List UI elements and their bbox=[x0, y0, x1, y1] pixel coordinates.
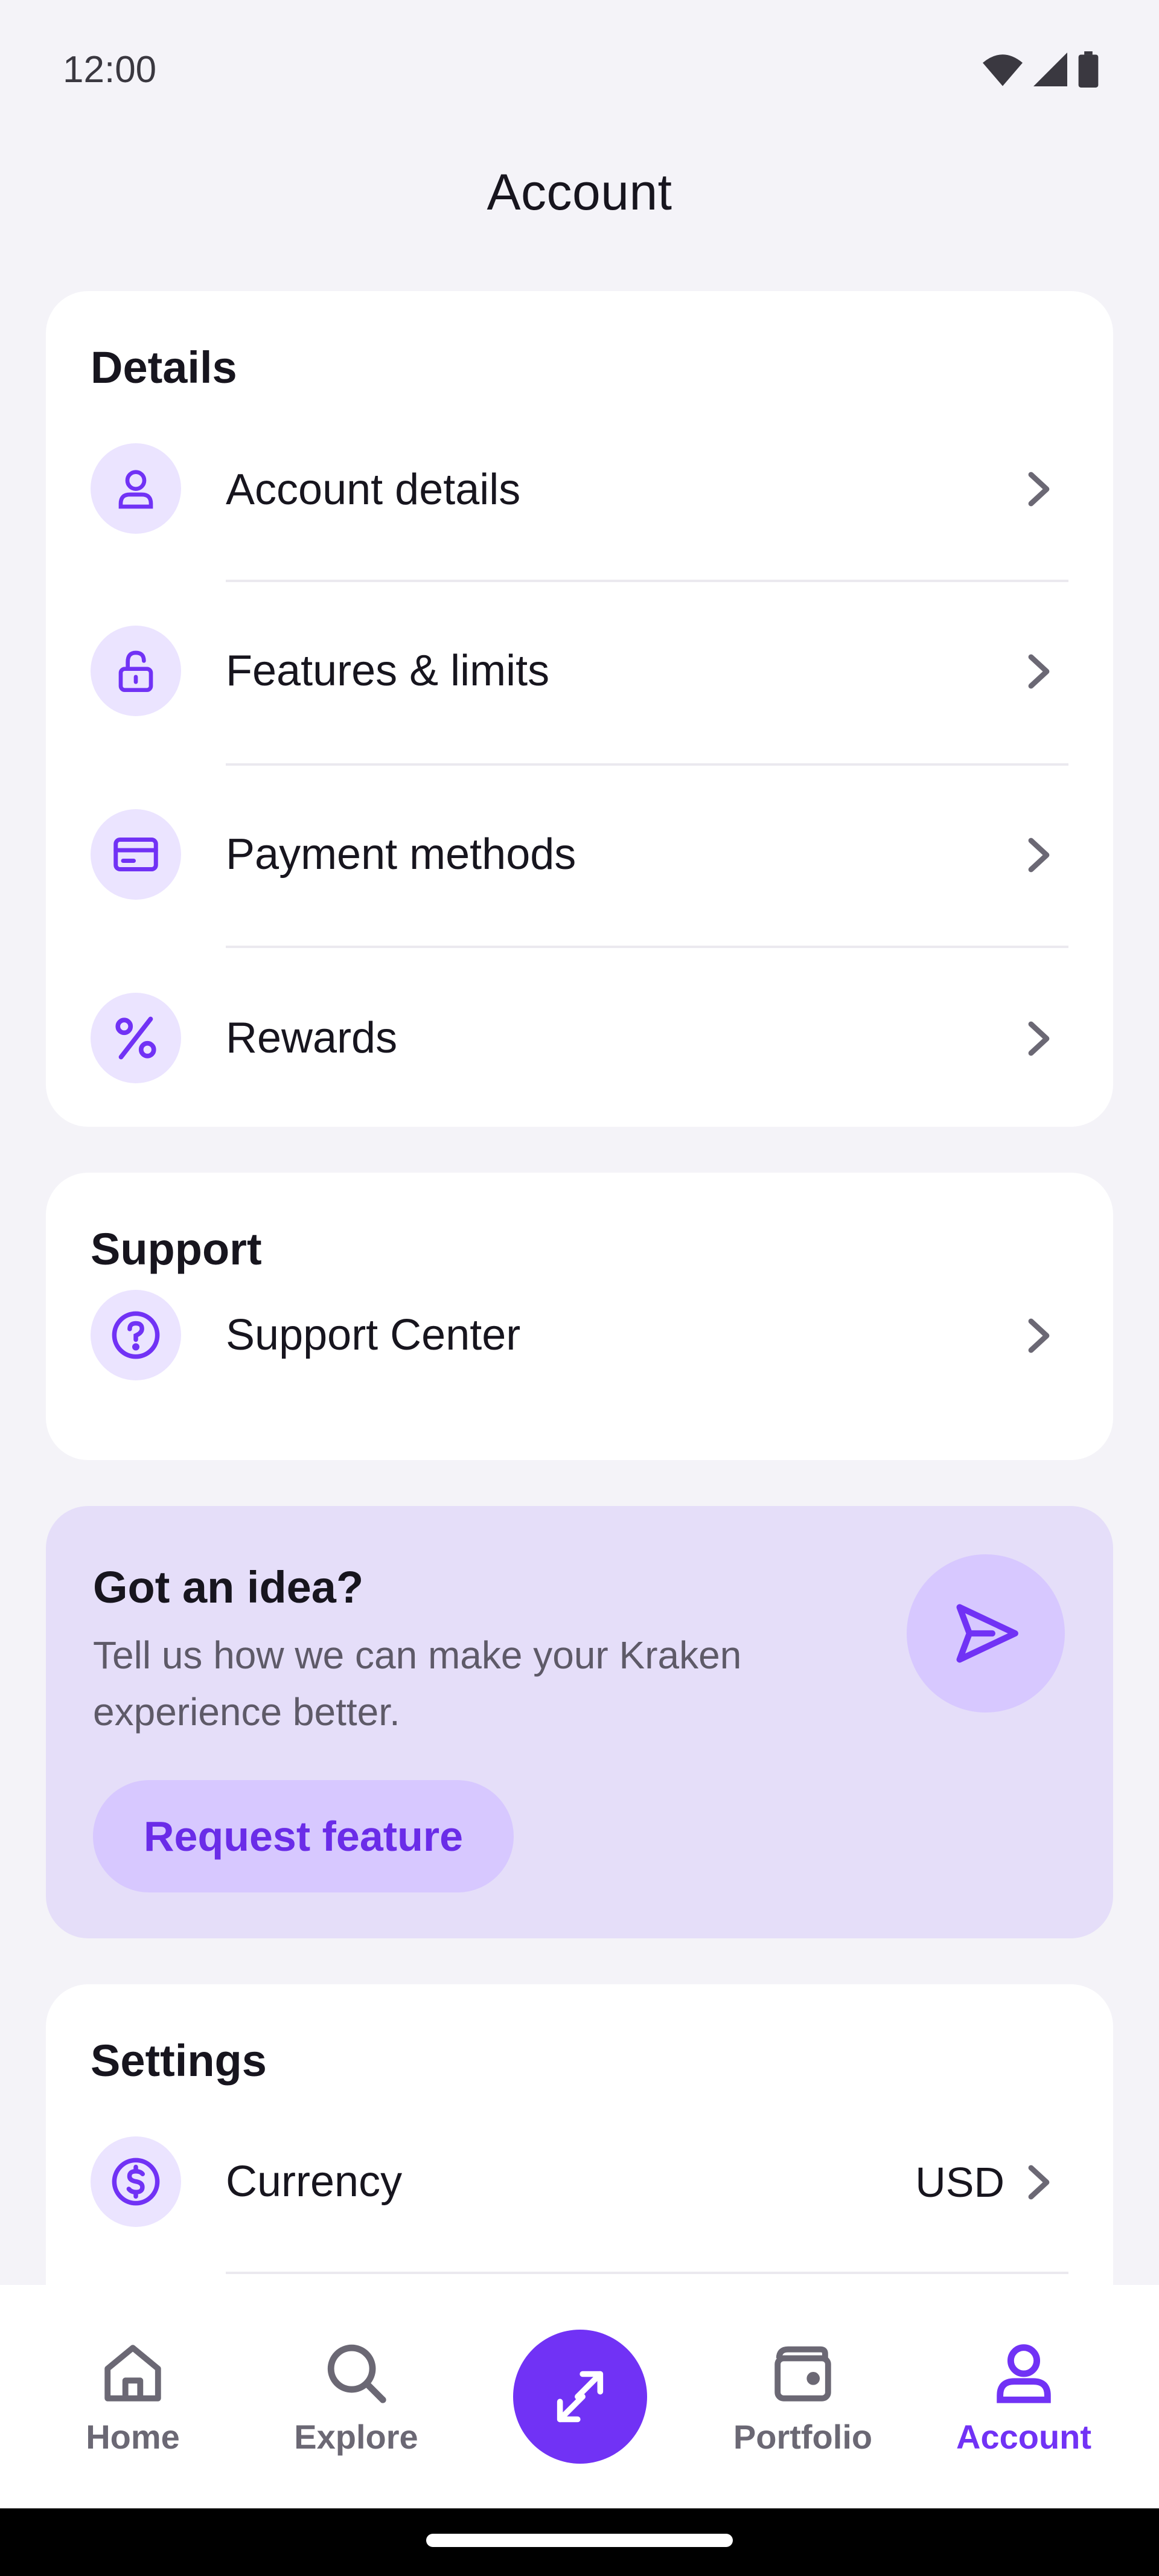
nav-explore-label: Explore bbox=[294, 2417, 418, 2456]
rewards-icon-circle bbox=[91, 993, 181, 1083]
search-icon bbox=[327, 2344, 386, 2403]
support-center-label: Support Center bbox=[226, 1311, 521, 1359]
status-bar: 12:00 bbox=[0, 0, 1159, 139]
unlock-icon bbox=[118, 650, 153, 692]
home-icon bbox=[104, 2344, 161, 2401]
status-icons bbox=[983, 51, 1099, 88]
help-icon bbox=[112, 1311, 160, 1359]
support-center-row[interactable]: Support Center bbox=[46, 1278, 1113, 1460]
rewards-row[interactable]: Rewards bbox=[46, 947, 1113, 1129]
send-icon bbox=[956, 1604, 1018, 1663]
battery-icon bbox=[1078, 51, 1099, 88]
nav-portfolio[interactable]: Portfolio bbox=[718, 2285, 887, 2508]
support-center-icon-circle bbox=[91, 1290, 181, 1380]
rewards-label: Rewards bbox=[226, 1014, 398, 1062]
credit-card-icon bbox=[113, 838, 158, 871]
chevron-right-icon bbox=[1028, 654, 1050, 689]
payment-methods-icon-circle bbox=[91, 809, 181, 900]
features-limits-icon-circle bbox=[91, 626, 181, 716]
swap-arrows-icon bbox=[557, 2371, 604, 2423]
idea-title: Got an idea? bbox=[93, 1562, 364, 1612]
signal-icon bbox=[1033, 53, 1067, 86]
request-feature-button[interactable]: Request feature bbox=[93, 1780, 514, 1892]
support-heading: Support bbox=[91, 1224, 262, 1274]
chevron-right-icon bbox=[1028, 472, 1050, 507]
chevron-right-icon bbox=[1028, 2165, 1050, 2200]
percent-icon bbox=[115, 1016, 156, 1060]
chevron-right-icon bbox=[1028, 838, 1050, 873]
status-time: 12:00 bbox=[63, 48, 157, 91]
trade-button[interactable] bbox=[513, 2330, 647, 2464]
bottom-nav: Home Explore Portfolio Account bbox=[0, 2285, 1159, 2508]
nav-account[interactable]: Account bbox=[939, 2285, 1108, 2508]
nav-home[interactable]: Home bbox=[48, 2285, 217, 2508]
home-gesture-handle[interactable] bbox=[426, 2534, 733, 2547]
user-icon bbox=[997, 2344, 1051, 2403]
currency-label: Currency bbox=[226, 2158, 403, 2206]
support-card: Support Support Center bbox=[46, 1173, 1113, 1460]
account-details-row[interactable]: Account details bbox=[46, 397, 1113, 580]
wifi-icon bbox=[983, 54, 1023, 86]
nav-portfolio-label: Portfolio bbox=[733, 2417, 873, 2456]
nav-home-label: Home bbox=[86, 2417, 180, 2456]
payment-methods-label: Payment methods bbox=[226, 830, 576, 879]
settings-heading: Settings bbox=[91, 2036, 267, 2086]
features-limits-row[interactable]: Features & limits bbox=[46, 581, 1113, 763]
account-details-label: Account details bbox=[226, 466, 521, 514]
details-heading: Details bbox=[91, 342, 237, 392]
currency-row[interactable]: Currency USD bbox=[46, 2091, 1113, 2273]
nav-explore[interactable]: Explore bbox=[272, 2285, 441, 2508]
gesture-bar bbox=[0, 2508, 1159, 2576]
chevron-right-icon bbox=[1028, 1318, 1050, 1353]
nav-account-label: Account bbox=[956, 2417, 1091, 2456]
idea-description: Tell us how we can make your Kraken expe… bbox=[93, 1633, 742, 1734]
feature-request-card: Got an idea? Tell us how we can make you… bbox=[46, 1506, 1113, 1938]
currency-value: USD bbox=[915, 2159, 1004, 2206]
details-card: Details Account details Features & limit… bbox=[46, 291, 1113, 1127]
dollar-icon bbox=[112, 2158, 160, 2206]
features-limits-label: Features & limits bbox=[226, 647, 550, 695]
chevron-right-icon bbox=[1028, 1021, 1050, 1056]
user-icon bbox=[118, 470, 153, 509]
payment-methods-row[interactable]: Payment methods bbox=[46, 764, 1113, 947]
page-title: Account bbox=[487, 164, 672, 220]
send-icon-circle bbox=[907, 1554, 1065, 1713]
account-details-icon-circle bbox=[91, 443, 181, 534]
divider bbox=[226, 2272, 1068, 2274]
wallet-icon bbox=[774, 2346, 831, 2401]
currency-icon-circle bbox=[91, 2136, 181, 2227]
